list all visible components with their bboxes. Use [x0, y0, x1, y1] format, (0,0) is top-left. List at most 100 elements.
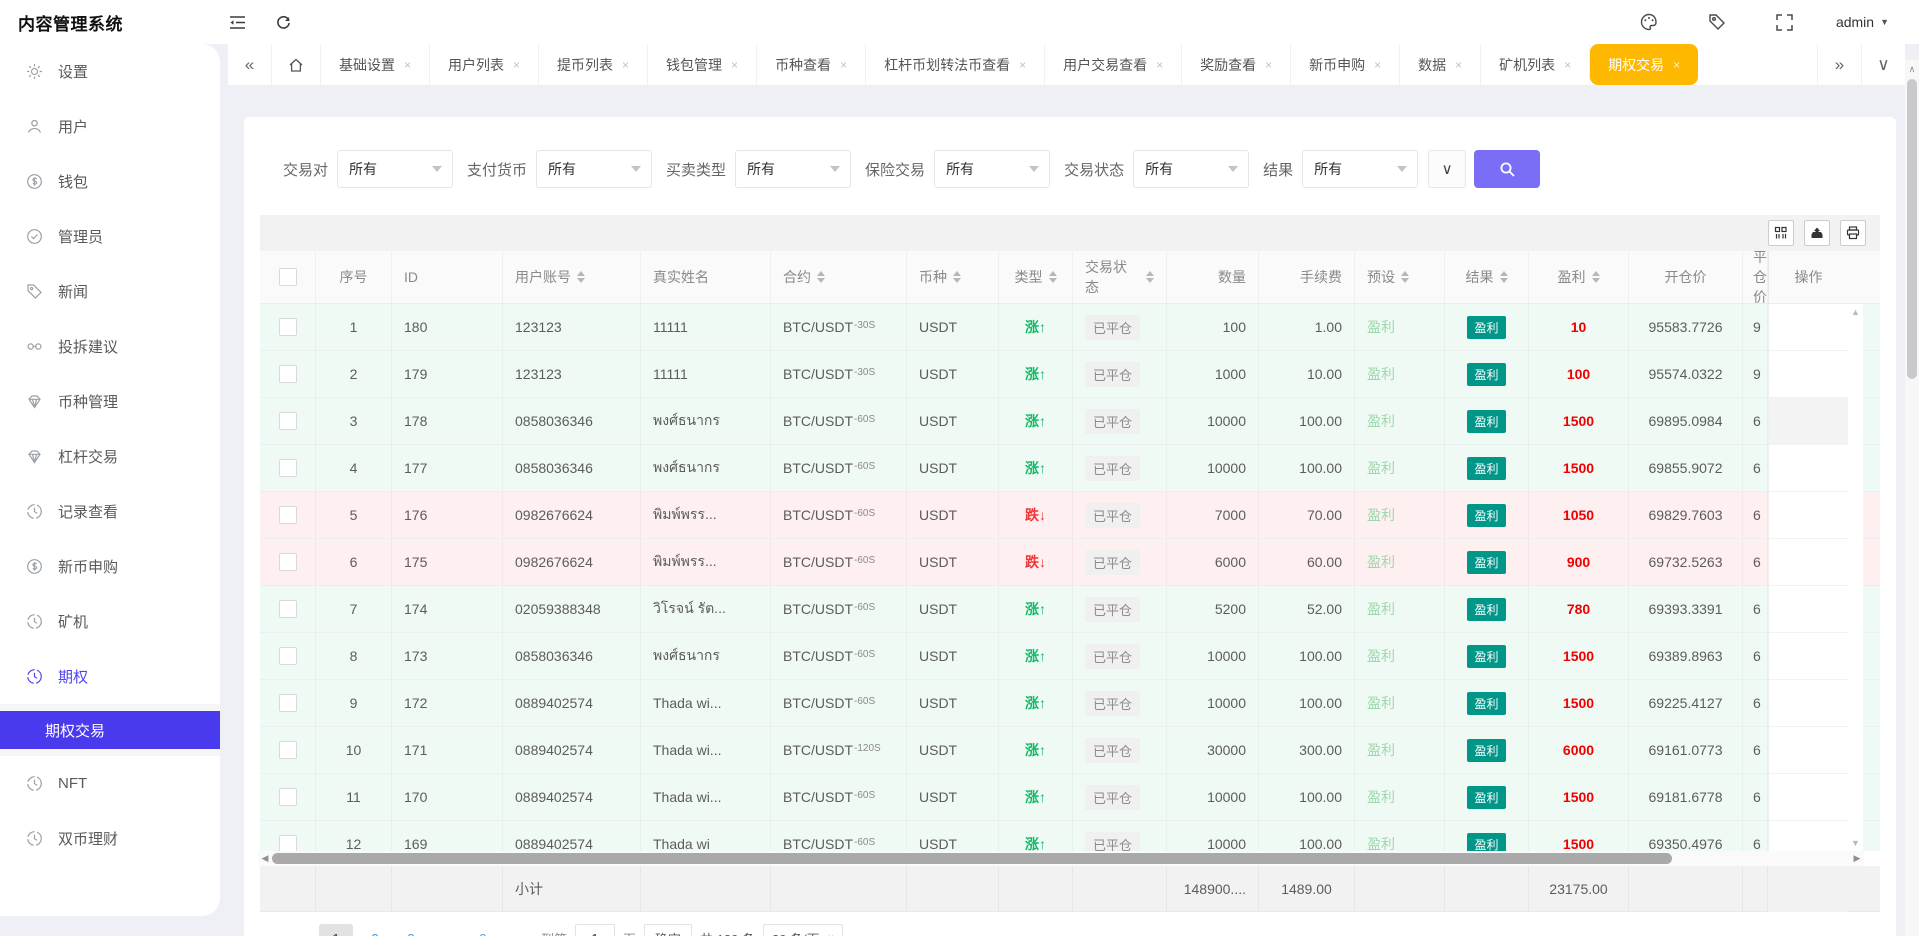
sidebar-item-钱包[interactable]: 钱包	[0, 154, 220, 209]
sidebar-item-双币理财[interactable]: 双币理财	[0, 811, 220, 866]
tab-杠杆币划转法币查看[interactable]: 杠杆币划转法币查看×	[866, 44, 1045, 85]
tab-期权交易[interactable]: 期权交易×	[1590, 44, 1698, 85]
action-cell[interactable]	[1768, 351, 1848, 398]
scroll-down-icon[interactable]: ▼	[1851, 838, 1860, 848]
sort-icon[interactable]	[1500, 271, 1508, 283]
action-cell[interactable]	[1768, 774, 1848, 821]
collapse-menu-icon[interactable]	[220, 7, 254, 37]
close-icon[interactable]: ×	[1156, 58, 1163, 72]
tab-home[interactable]	[272, 44, 321, 85]
tab-提币列表[interactable]: 提币列表×	[539, 44, 648, 85]
sidebar-item-期权[interactable]: 期权	[0, 649, 220, 704]
sidebar-item-新币申购[interactable]: 新币申购	[0, 539, 220, 594]
tag-icon[interactable]	[1700, 7, 1734, 37]
action-cell[interactable]	[1768, 680, 1848, 727]
tab-数据[interactable]: 数据×	[1400, 44, 1481, 85]
user-menu[interactable]: admin ▼	[1836, 14, 1889, 30]
column-header-status[interactable]: 交易状态	[1073, 251, 1167, 303]
table-vertical-scrollbar[interactable]: ▲ ▼	[1848, 304, 1863, 851]
tab-用户交易查看[interactable]: 用户交易查看×	[1045, 44, 1182, 85]
filter-select-结果[interactable]: 所有	[1302, 150, 1418, 188]
sidebar-item-管理员[interactable]: 管理员	[0, 209, 220, 264]
page-scrollbar[interactable]: ∧	[1905, 60, 1919, 936]
page-button-current[interactable]: 1	[319, 924, 353, 936]
filter-select-买卖类型[interactable]: 所有	[735, 150, 851, 188]
action-cell[interactable]	[1768, 821, 1848, 851]
sort-icon[interactable]	[1049, 271, 1057, 283]
action-cell[interactable]	[1768, 445, 1848, 492]
search-button[interactable]	[1474, 150, 1540, 188]
tab-用户列表[interactable]: 用户列表×	[430, 44, 539, 85]
goto-page-input[interactable]: 1	[575, 924, 615, 936]
tab-新币申购[interactable]: 新币申购×	[1291, 44, 1400, 85]
tabs-menu-icon[interactable]: ∨	[1861, 44, 1905, 85]
next-page-button[interactable]: ›	[505, 924, 533, 936]
page-scroll-thumb[interactable]	[1907, 79, 1917, 379]
close-icon[interactable]: ×	[731, 58, 738, 72]
tabs-scroll-right-icon[interactable]: »	[1817, 44, 1861, 85]
sort-icon[interactable]	[1401, 271, 1409, 283]
action-cell[interactable]	[1768, 586, 1848, 633]
close-icon[interactable]: ×	[1019, 58, 1026, 72]
column-header-contract[interactable]: 合约	[771, 251, 907, 303]
sidebar-item-用户[interactable]: 用户	[0, 99, 220, 154]
action-cell[interactable]	[1768, 727, 1848, 774]
close-icon[interactable]: ×	[840, 58, 847, 72]
row-checkbox[interactable]	[279, 412, 297, 430]
close-icon[interactable]: ×	[1564, 58, 1571, 72]
row-checkbox[interactable]	[279, 741, 297, 759]
sidebar-item-投拆建议[interactable]: 投拆建议	[0, 319, 220, 374]
action-cell[interactable]	[1768, 304, 1848, 351]
sidebar-subitem-期权交易[interactable]: 期权交易	[0, 711, 220, 749]
sidebar-item-杠杆交易[interactable]: 杠杆交易	[0, 429, 220, 484]
row-checkbox[interactable]	[279, 318, 297, 336]
sort-icon[interactable]	[1146, 271, 1154, 283]
close-icon[interactable]: ×	[513, 58, 520, 72]
close-icon[interactable]: ×	[1265, 58, 1272, 72]
tab-奖励查看[interactable]: 奖励查看×	[1182, 44, 1291, 85]
sort-icon[interactable]	[817, 271, 825, 283]
action-cell[interactable]	[1768, 539, 1848, 586]
sidebar-item-新闻[interactable]: 新闻	[0, 264, 220, 319]
column-header-profit[interactable]: 盈利	[1529, 251, 1629, 303]
row-checkbox[interactable]	[279, 553, 297, 571]
row-checkbox[interactable]	[279, 600, 297, 618]
table-horizontal-scrollbar[interactable]: ◀ ▶	[258, 851, 1864, 866]
sidebar-item-NFT[interactable]: NFT	[0, 756, 220, 811]
row-checkbox[interactable]	[279, 365, 297, 383]
scroll-left-icon[interactable]: ◀	[258, 853, 272, 864]
column-header-result[interactable]: 结果	[1445, 251, 1529, 303]
action-cell[interactable]	[1768, 492, 1848, 539]
columns-filter-icon[interactable]	[1768, 220, 1794, 246]
row-checkbox[interactable]	[279, 694, 297, 712]
tab-币种查看[interactable]: 币种查看×	[757, 44, 866, 85]
row-checkbox[interactable]	[279, 459, 297, 477]
action-cell[interactable]	[1768, 633, 1848, 680]
sort-icon[interactable]	[953, 271, 961, 283]
filter-select-支付货币[interactable]: 所有	[536, 150, 652, 188]
select-all-checkbox[interactable]	[279, 268, 297, 286]
confirm-button[interactable]: 确定	[644, 924, 692, 936]
sort-icon[interactable]	[1592, 271, 1600, 283]
print-icon[interactable]	[1840, 220, 1866, 246]
row-checkbox[interactable]	[279, 647, 297, 665]
tab-基础设置[interactable]: 基础设置×	[321, 44, 430, 85]
page-button[interactable]: 2	[361, 924, 389, 936]
export-icon[interactable]	[1804, 220, 1830, 246]
tabs-scroll-left-icon[interactable]: «	[228, 44, 272, 85]
sort-icon[interactable]	[577, 271, 585, 283]
tab-钱包管理[interactable]: 钱包管理×	[648, 44, 757, 85]
page-button[interactable]: 9	[469, 924, 497, 936]
column-header-type[interactable]: 类型	[999, 251, 1073, 303]
fullscreen-icon[interactable]	[1768, 7, 1802, 37]
action-cell[interactable]	[1768, 398, 1848, 445]
palette-icon[interactable]	[1632, 7, 1666, 37]
page-button[interactable]: 3	[397, 924, 425, 936]
close-icon[interactable]: ×	[404, 58, 411, 72]
scroll-right-icon[interactable]: ▶	[1850, 853, 1864, 864]
refresh-icon[interactable]	[266, 7, 300, 37]
sidebar-item-设置[interactable]: 设置	[0, 44, 220, 99]
column-header-preset[interactable]: 预设	[1355, 251, 1445, 303]
filter-select-交易对[interactable]: 所有	[337, 150, 453, 188]
close-icon[interactable]: ×	[1374, 58, 1381, 72]
